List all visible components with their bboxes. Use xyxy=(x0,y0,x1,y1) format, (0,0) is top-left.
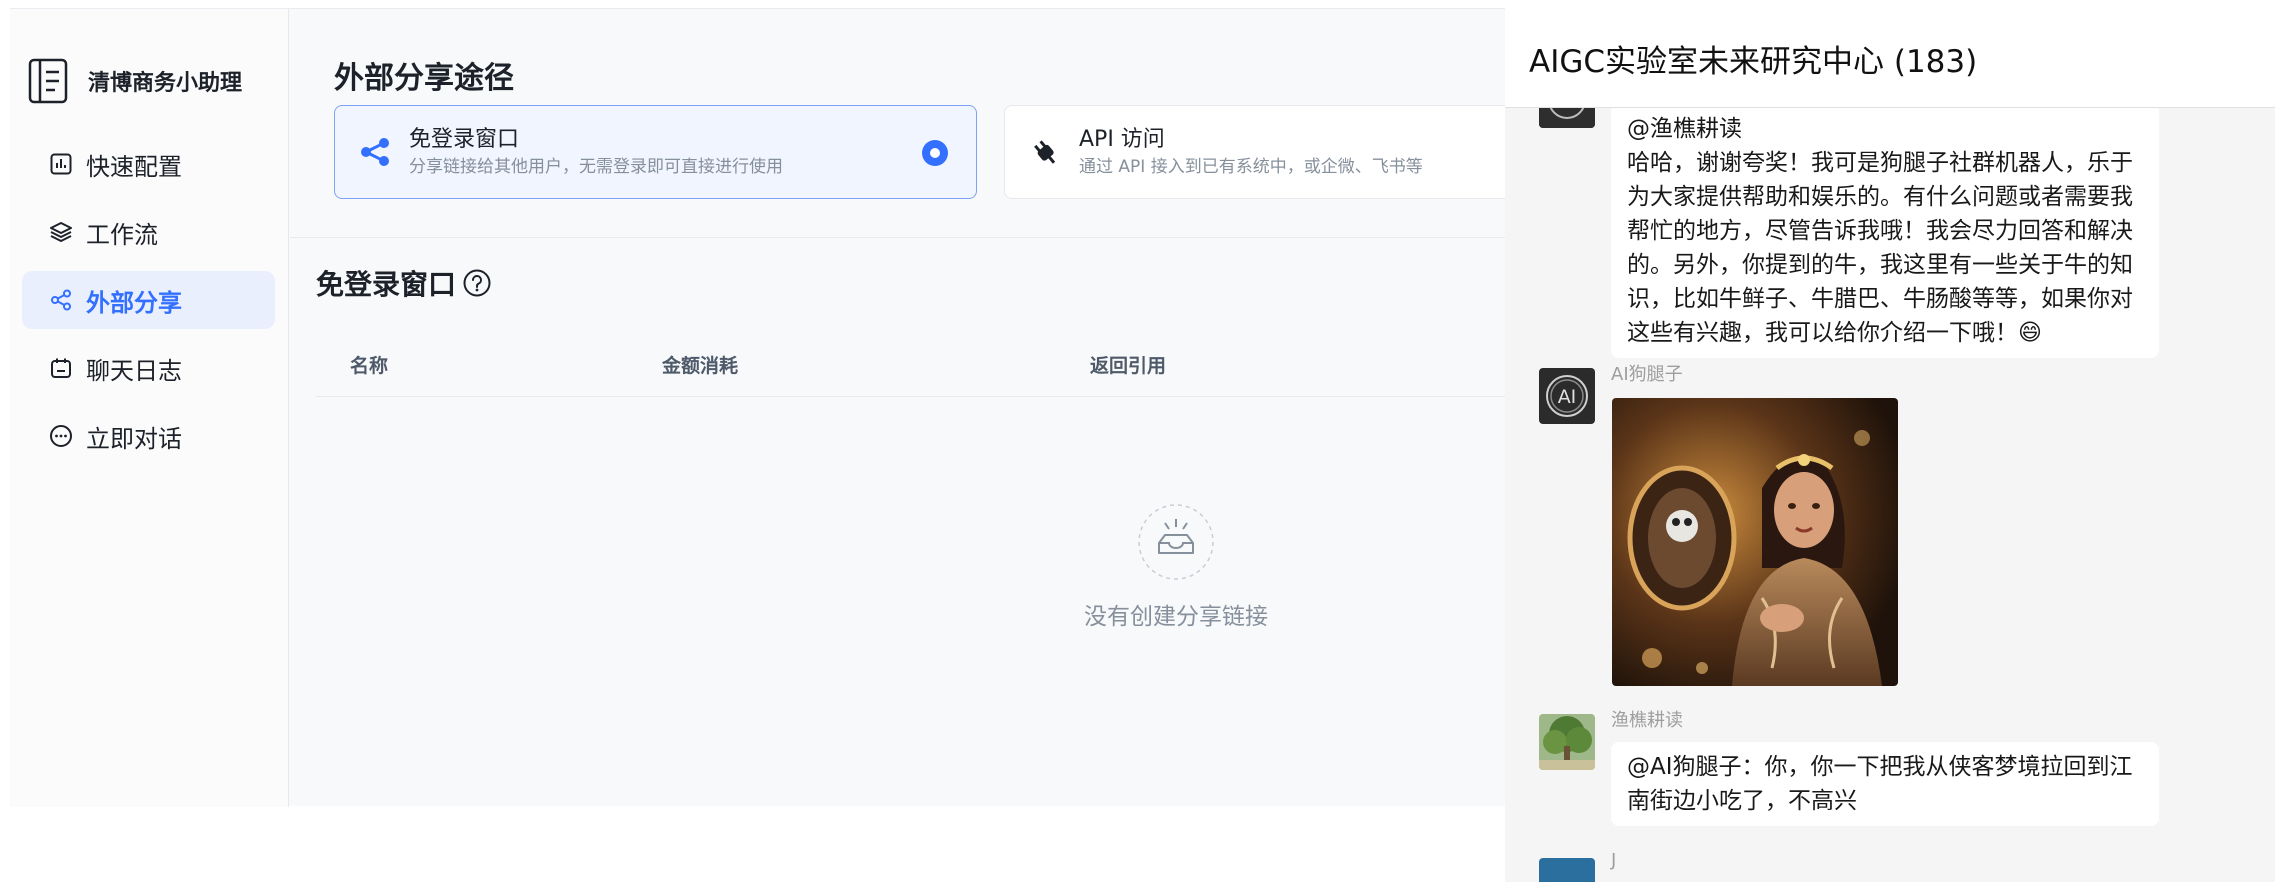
app-name: 清博商务小助理 xyxy=(88,71,243,96)
layers-icon xyxy=(48,219,74,245)
message-bubble: @渔樵耕读 哈哈，谢谢夸奖！我可是狗腿子社群机器人，乐于为大家提供帮助和娱乐的。… xyxy=(1611,104,2159,358)
empty-state: 没有创建分享链接 xyxy=(1026,503,1326,631)
help-icon[interactable] xyxy=(462,268,492,298)
column-header-reference: 返回引用 xyxy=(1090,355,1167,377)
avatar[interactable]: AI xyxy=(1539,368,1595,424)
avatar[interactable] xyxy=(1539,714,1595,770)
sidebar: 清博商务小助理 快速配置 工作流 外部分享 聊天日志 立即对话 xyxy=(10,9,289,807)
sidebar-item-label: 立即对话 xyxy=(86,424,182,453)
message-sender: 渔樵耕读 xyxy=(1611,710,1683,731)
message-sender: J xyxy=(1611,850,1617,871)
main-content: 外部分享途径 免登录窗口 分享链接给其他用户，无需登录即可直接进行使用 API … xyxy=(290,9,1524,807)
share-option-title: API 访问 xyxy=(1079,127,1165,152)
sidebar-item-external-share[interactable]: 外部分享 xyxy=(22,271,275,329)
brand: 清博商务小助理 xyxy=(28,53,242,109)
column-header-name: 名称 xyxy=(350,355,389,377)
chat-header: AIGC实验室未来研究中心 (183) xyxy=(1505,0,2275,108)
sidebar-item-label: 快速配置 xyxy=(86,152,182,181)
chat-bubble-icon xyxy=(48,423,74,449)
sidebar-item-quick-config[interactable]: 快速配置 xyxy=(22,135,275,193)
share-option-desc: 分享链接给其他用户，无需登录即可直接进行使用 xyxy=(409,157,783,177)
avatar[interactable] xyxy=(1539,858,1595,882)
message-bubble: @AI狗腿子：你，你一下把我从侠客梦境拉回到江南街边小吃了，不高兴 xyxy=(1611,742,2159,826)
empty-state-text: 没有创建分享链接 xyxy=(1084,604,1268,630)
section-title: 免登录窗口 xyxy=(316,263,492,303)
share-option-no-login[interactable]: 免登录窗口 分享链接给其他用户，无需登录即可直接进行使用 xyxy=(334,105,977,199)
share-option-title: 免登录窗口 xyxy=(409,127,520,152)
calendar-log-icon xyxy=(48,355,74,381)
table-header: 名称 金额消耗 返回引用 xyxy=(316,333,1506,397)
share-nodes-icon xyxy=(355,132,395,172)
app-logo-icon xyxy=(28,58,68,104)
sidebar-item-chat-log[interactable]: 聊天日志 xyxy=(22,339,275,397)
column-header-cost: 金额消耗 xyxy=(662,355,739,377)
sidebar-item-workflow[interactable]: 工作流 xyxy=(22,203,275,261)
divider xyxy=(290,237,1505,238)
selected-radio[interactable] xyxy=(922,140,948,166)
chat-title: AIGC实验室未来研究中心 (183) xyxy=(1529,44,1978,80)
chart-bar-icon xyxy=(48,151,74,177)
sidebar-item-label: 聊天日志 xyxy=(86,356,182,385)
page-title: 外部分享途径 xyxy=(334,61,514,96)
share-option-api[interactable]: API 访问 通过 API 接入到已有系统中，或企微、飞书等 xyxy=(1004,105,1524,199)
woman-portrait-image[interactable] xyxy=(1612,398,1898,686)
share-icon xyxy=(48,287,74,313)
message-sender: AI狗腿子 xyxy=(1611,364,1683,385)
share-option-desc: 通过 API 接入到已有系统中，或企微、飞书等 xyxy=(1079,157,1423,177)
sidebar-item-chat-now[interactable]: 立即对话 xyxy=(22,407,275,465)
sidebar-item-label: 外部分享 xyxy=(86,288,182,317)
app-window: 清博商务小助理 快速配置 工作流 外部分享 聊天日志 立即对话 外部分享途径 免… xyxy=(10,8,1524,807)
sidebar-item-label: 工作流 xyxy=(86,220,158,249)
chat-panel: AIGC实验室未来研究中心 (183) @渔樵耕读 哈哈，谢谢夸奖！我可是狗腿子… xyxy=(1505,0,2275,882)
plug-icon xyxy=(1025,132,1065,172)
svg-text:AI: AI xyxy=(1558,386,1577,408)
empty-inbox-icon xyxy=(1138,504,1214,580)
sidebar-nav: 快速配置 工作流 外部分享 聊天日志 立即对话 xyxy=(22,135,275,475)
section-title-text: 免登录窗口 xyxy=(316,268,457,301)
